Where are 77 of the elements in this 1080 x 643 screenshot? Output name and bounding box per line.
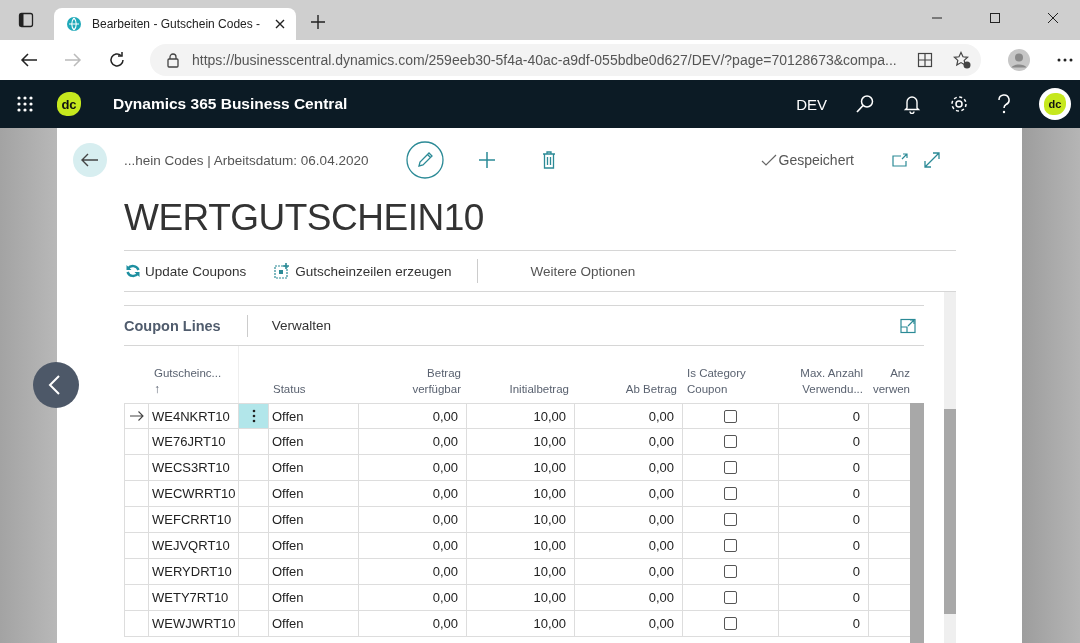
browser-tab[interactable]: Bearbeiten - Gutschein Codes - <box>54 8 296 40</box>
company-logo: dc <box>57 92 81 116</box>
column-header[interactable]: Max. Anzahl Verwendu... <box>783 365 863 397</box>
table-cell: 0,00 <box>574 429 682 455</box>
app-name: Dynamics 365 Business Central <box>113 95 348 113</box>
address-field[interactable]: https://businesscentral.dynamics.com/259eeb30-5f4a-40ac-a9df-055bdbe0d627/DEV/?page=70128673&compa... <box>150 44 981 76</box>
table-cell[interactable]: WE76JRT10 <box>148 429 238 455</box>
table-cell[interactable]: WECWRRT10 <box>148 481 238 507</box>
table-cell: 0 <box>778 611 868 637</box>
tab-title: Bearbeiten - Gutschein Codes - <box>92 17 262 31</box>
table-cell: 10,00 <box>466 533 574 559</box>
table-cell: 0,00 <box>358 429 466 455</box>
url-text: https://businesscentral.dynamics.com/259eeb30-5f4a-40ac-a9df-055bdbe0d627/DEV/?page=70128673&compa... <box>192 52 897 68</box>
table-cell: 10,00 <box>466 481 574 507</box>
table-cell: 0,00 <box>358 585 466 611</box>
table-cell: 0,00 <box>574 403 682 429</box>
table-cell: Offen <box>268 429 358 455</box>
action-button[interactable]: Weitere Optionen <box>528 263 662 279</box>
table-cell: 10,00 <box>466 403 574 429</box>
table-cell[interactable]: WETY7RT10 <box>148 585 238 611</box>
environment-label: DEV <box>796 95 827 113</box>
page-title: WERTGUTSCHEIN10 <box>124 196 485 240</box>
saved-status: Gespeichert <box>778 152 854 168</box>
table-cell: 0,00 <box>574 507 682 533</box>
table-cell: Offen <box>268 455 358 481</box>
table-cell: 0,00 <box>574 611 682 637</box>
table-cell: 0 <box>778 481 868 507</box>
action-button[interactable]: Gutscheinzeilen erzeugen <box>272 263 478 279</box>
table-cell: 10,00 <box>466 585 574 611</box>
table-cell[interactable]: WEJVQRT10 <box>148 533 238 559</box>
table-cell: 10,00 <box>466 611 574 637</box>
column-header[interactable]: Status <box>273 381 353 397</box>
table-cell: Offen <box>268 585 358 611</box>
table-cell: Offen <box>268 533 358 559</box>
sort-indicator[interactable]: ↑ <box>154 381 233 397</box>
table-cell: Offen <box>268 559 358 585</box>
table-cell: 0,00 <box>358 403 466 429</box>
table-cell: Offen <box>268 481 358 507</box>
action-button[interactable]: Update Coupons <box>124 263 273 279</box>
table-cell: 0,00 <box>358 507 466 533</box>
table-cell: 10,00 <box>466 559 574 585</box>
column-header[interactable]: Anz verwen <box>868 365 910 397</box>
table-cell: 0,00 <box>358 533 466 559</box>
table-cell: 10,00 <box>466 455 574 481</box>
table-cell: 0 <box>778 429 868 455</box>
table-cell: 0,00 <box>574 585 682 611</box>
table-cell: 0,00 <box>358 559 466 585</box>
table-cell: 0,00 <box>358 611 466 637</box>
table-cell: 0 <box>778 507 868 533</box>
table-cell[interactable]: WEFCRRT10 <box>148 507 238 533</box>
table-cell: 10,00 <box>466 429 574 455</box>
manage-tab[interactable]: Verwalten <box>271 318 331 333</box>
table-cell: Offen <box>268 611 358 637</box>
table-cell: Offen <box>268 507 358 533</box>
column-header[interactable]: Gutscheinc... <box>154 365 233 381</box>
column-header[interactable]: Is Category Coupon <box>687 365 773 397</box>
table-cell[interactable]: WEWJWRT10 <box>148 611 238 637</box>
table-cell[interactable]: WECS3RT10 <box>148 455 238 481</box>
part-title: Coupon Lines <box>124 317 221 334</box>
table-cell: 0,00 <box>358 481 466 507</box>
table-cell: 0,00 <box>358 455 466 481</box>
column-header[interactable]: Ab Betrag <box>579 381 677 397</box>
table-cell: 0,00 <box>574 559 682 585</box>
breadcrumb[interactable]: ...hein Codes | Arbeitsdatum: 06.04.2020 <box>124 152 369 168</box>
table-cell: 10,00 <box>466 507 574 533</box>
table-cell[interactable]: WERYDRT10 <box>148 559 238 585</box>
table-cell: 0,00 <box>574 481 682 507</box>
table-cell: 0 <box>778 559 868 585</box>
table-cell: 0,00 <box>574 455 682 481</box>
table-cell: 0 <box>778 455 868 481</box>
table-cell: 0 <box>778 403 868 429</box>
table-cell: 0,00 <box>574 533 682 559</box>
column-header[interactable]: Betrag verfügbar <box>363 365 461 397</box>
table-cell: 0 <box>778 533 868 559</box>
table-cell: Offen <box>268 403 358 429</box>
column-header[interactable]: Initialbetrag <box>471 381 569 397</box>
table-cell: 0 <box>778 585 868 611</box>
